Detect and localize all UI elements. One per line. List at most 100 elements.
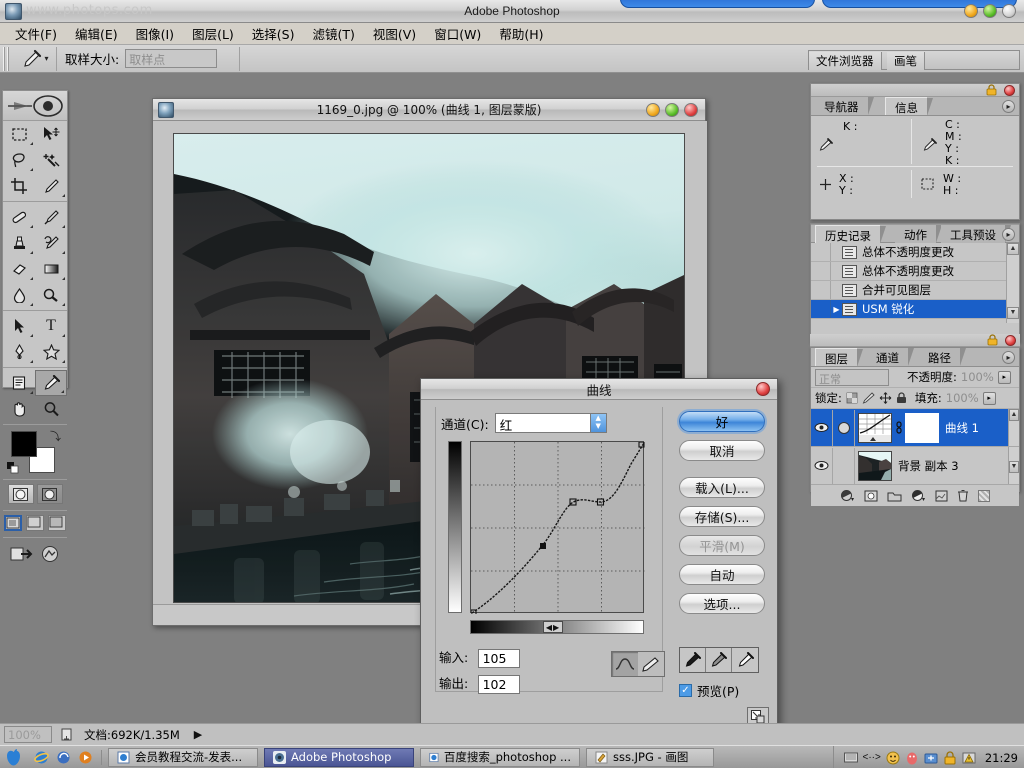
options-button[interactable]: 选项... [679, 593, 765, 614]
keyboard-icon[interactable] [843, 752, 858, 764]
layer-visibility-toggle[interactable] [811, 447, 833, 484]
layer-mask-icon[interactable] [864, 490, 878, 502]
delete-layer-icon[interactable] [957, 489, 969, 502]
tool-lasso[interactable] [3, 147, 35, 173]
update-icon[interactable] [924, 751, 938, 765]
layer-link-toggle[interactable] [833, 409, 855, 446]
history-scrollbar[interactable]: ▲ ▼ [1006, 243, 1019, 323]
well-tab-brushes[interactable]: 画笔 [887, 52, 925, 70]
lock-image-icon[interactable] [862, 392, 875, 404]
lock-position-icon[interactable] [879, 392, 892, 404]
gradient-direction-toggle[interactable]: ◀▶ [543, 621, 563, 633]
qq-icon[interactable] [905, 751, 919, 765]
scroll-down-icon[interactable]: ▼ [1009, 461, 1019, 473]
warning-icon[interactable] [962, 751, 976, 765]
tab-actions[interactable]: 动作 [895, 225, 942, 243]
layer-row-curves[interactable]: 曲线 1 ▲ [811, 409, 1019, 447]
palette-collapse-icon[interactable] [987, 334, 998, 346]
tool-eyedropper[interactable] [35, 370, 67, 396]
tool-pen[interactable] [3, 339, 35, 365]
tab-navigator[interactable]: 导航器 [815, 97, 873, 115]
well-tab-file-browser[interactable]: 文件浏览器 [809, 52, 882, 70]
input-value-field[interactable]: 105 [477, 649, 520, 669]
jump-to-imageready-icon[interactable] [10, 545, 34, 563]
layers-palette-topbar[interactable] [810, 334, 1020, 347]
tab-paths[interactable]: 路径 [919, 348, 966, 366]
new-layer-icon[interactable] [935, 490, 948, 502]
history-snapshot-box[interactable] [811, 262, 831, 280]
tab-tool-presets[interactable]: 工具预设 [941, 225, 1011, 243]
menu-select[interactable]: 选择(S) [243, 22, 304, 45]
layers-palette-menu-icon[interactable]: ▸ [1002, 351, 1015, 364]
menu-edit[interactable]: 编辑(E) [66, 22, 127, 45]
curve-smooth-tool-button[interactable] [612, 652, 638, 676]
ok-button[interactable]: 好 [679, 411, 765, 432]
set-black-point-button[interactable] [680, 648, 706, 672]
history-item[interactable]: 总体不透明度更改 [811, 262, 1019, 281]
tool-path-selection[interactable] [3, 313, 35, 339]
output-value-field[interactable]: 102 [477, 675, 520, 695]
history-item[interactable]: ▶ USM 锐化 [811, 300, 1019, 319]
curves-adjustment-thumbnail[interactable] [858, 412, 892, 443]
taskbar-item-baidu[interactable]: 百度搜索_photoshop ... [420, 747, 580, 767]
history-palette-menu-icon[interactable]: ▸ [1002, 228, 1015, 241]
tool-custom-shape[interactable] [35, 339, 67, 365]
tool-magic-wand[interactable] [35, 147, 67, 173]
tool-notes[interactable] [3, 370, 35, 396]
maximize-button[interactable] [983, 4, 997, 18]
toolbox-header[interactable] [3, 91, 67, 121]
lock-all-icon[interactable] [896, 392, 907, 404]
tab-channels[interactable]: 通道 [867, 348, 914, 366]
document-minimize-button[interactable] [646, 103, 660, 117]
network-icon[interactable]: <··> [863, 752, 881, 763]
history-item[interactable]: 总体不透明度更改 [811, 243, 1019, 262]
curves-close-button[interactable] [756, 382, 770, 396]
auto-button[interactable]: 自动 [679, 564, 765, 585]
taskbar-item-photoshop[interactable]: Adobe Photoshop [264, 747, 414, 767]
smiley-icon[interactable] [886, 751, 900, 765]
palette-resize-grip[interactable] [978, 489, 990, 502]
tool-preset-chevron-icon[interactable]: ▾ [44, 54, 48, 63]
scroll-up-icon[interactable]: ▲ [1007, 243, 1019, 255]
channel-spinner-icon[interactable]: ▲ ▼ [589, 414, 606, 432]
sample-size-select[interactable]: 取样点 [125, 49, 218, 68]
document-close-button[interactable] [684, 103, 698, 117]
ie-icon[interactable] [34, 750, 49, 765]
tab-info[interactable]: 信息 [885, 97, 933, 116]
imageready-icon[interactable] [40, 545, 60, 563]
menu-help[interactable]: 帮助(H) [490, 22, 552, 45]
palette-collapse-icon[interactable] [986, 84, 997, 96]
tool-zoom[interactable] [35, 396, 67, 422]
security-icon[interactable] [943, 750, 957, 765]
tool-crop[interactable] [3, 173, 35, 199]
tool-move[interactable] [35, 121, 67, 147]
photo-thumbnail[interactable] [858, 450, 892, 481]
tool-brush[interactable] [35, 204, 67, 230]
channel-select[interactable]: 红 ▲ ▼ [494, 413, 607, 433]
tab-layers[interactable]: 图层 [815, 348, 863, 367]
layer-row-background-copy[interactable]: 背景 副本 3 ▼ [811, 447, 1019, 485]
menu-view[interactable]: 视图(V) [364, 22, 425, 45]
tool-healing-brush[interactable] [3, 204, 35, 230]
menu-image[interactable]: 图像(I) [127, 22, 183, 45]
layers-palette-close-button[interactable] [1005, 335, 1016, 346]
layer-link-toggle[interactable] [833, 447, 855, 484]
preview-row[interactable]: ✓ 预览(P) [679, 681, 739, 700]
history-item[interactable]: 合并可见图层 [811, 281, 1019, 300]
layer-style-icon[interactable]: ▾ [840, 489, 855, 502]
layers-scrollbar[interactable]: ▲ [1008, 409, 1019, 446]
mask-link-icon[interactable] [894, 419, 904, 437]
history-snapshot-box[interactable] [811, 281, 831, 299]
history-snapshot-box[interactable] [811, 300, 831, 318]
save-button[interactable]: 存储(S)... [679, 506, 765, 527]
opacity-value[interactable]: 100% [961, 370, 994, 384]
tool-type[interactable]: T [35, 313, 67, 339]
load-button[interactable]: 载入(L)... [679, 477, 765, 498]
active-tool-well[interactable]: ▾ [13, 46, 57, 71]
info-palette-topbar[interactable] [811, 84, 1019, 97]
layer-mask-thumbnail[interactable] [905, 412, 939, 443]
tool-dodge[interactable] [35, 282, 67, 308]
preview-checkbox[interactable]: ✓ [679, 684, 692, 697]
fullscreen-menubar-mode-button[interactable] [26, 515, 44, 531]
taskbar-item-forum[interactable]: 会员教程交流-发表... [108, 747, 258, 767]
